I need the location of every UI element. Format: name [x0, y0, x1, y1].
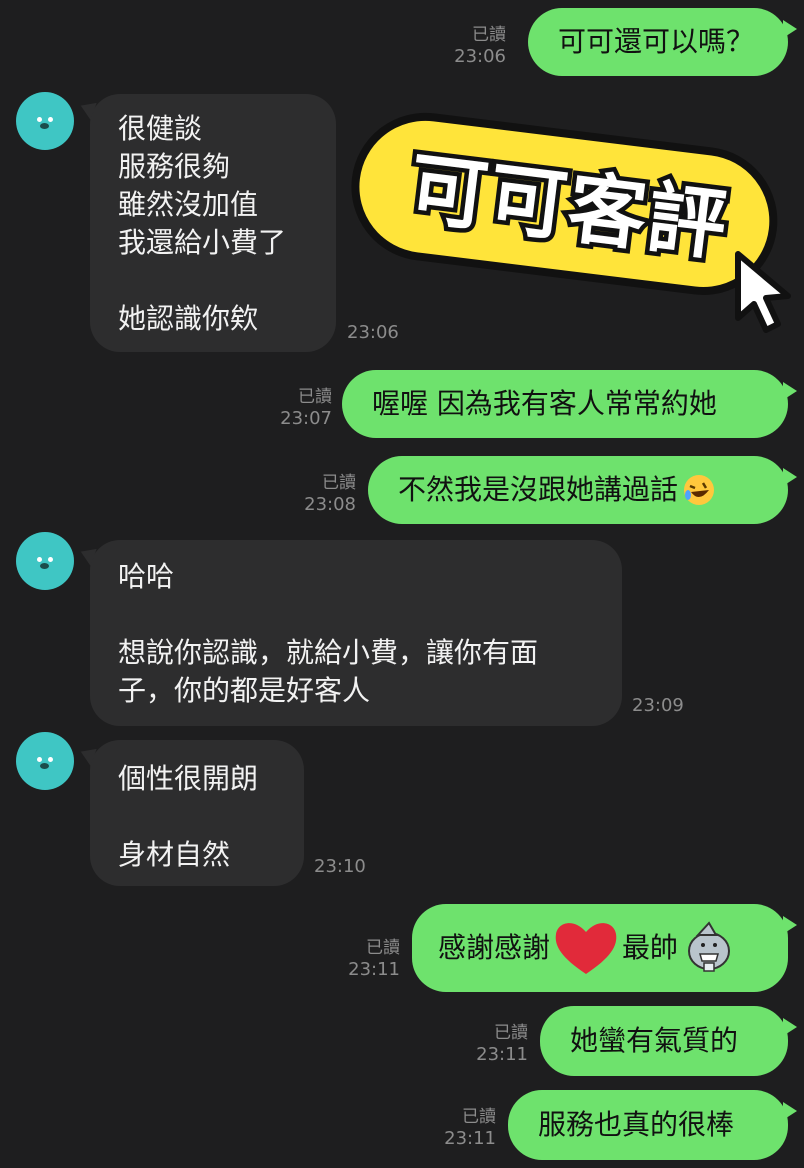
message-time: 23:11 [444, 1128, 496, 1149]
message-line [118, 798, 276, 836]
message-line: 很健談 [118, 112, 203, 145]
message-text: 不然我是沒跟她講過話 [398, 473, 679, 506]
message-line: 個性很開朗 [118, 762, 259, 795]
read-receipt: 已讀 [366, 938, 400, 958]
message-time: 23:08 [304, 494, 356, 515]
message-line: 身材自然 [118, 838, 231, 871]
outgoing-message[interactable]: 她蠻有氣質的 [540, 1006, 797, 1076]
incoming-message[interactable]: 哈哈 想說你認識，就給小費，讓你有面 子，你的都是好客人 [90, 540, 622, 726]
message-text: 她蠻有氣質的 [570, 1024, 739, 1057]
message-text: 喔喔 因為我有客人常常約她 [372, 387, 717, 420]
message-time: 23:10 [314, 856, 366, 877]
read-receipt: 已讀 [472, 25, 506, 45]
message-meta: 已讀 23:11 [348, 937, 400, 981]
read-receipt: 已讀 [322, 473, 356, 493]
message-line: 想說你認識，就給小費，讓你有面 [118, 636, 539, 669]
seal-avatar-icon[interactable] [16, 92, 74, 150]
message-text: 可可還可以嗎？ [558, 25, 755, 58]
message-line: 雖然沒加值 [118, 188, 259, 221]
message-time: 23:09 [632, 695, 684, 716]
incoming-message[interactable]: 很健談 服務很夠 雖然沒加值 我還給小費了 她認識你欸 [90, 94, 336, 352]
outgoing-message[interactable]: 服務也真的很棒 [508, 1090, 797, 1160]
message-line [118, 262, 308, 300]
outgoing-message[interactable]: 可可還可以嗎？ [528, 8, 797, 76]
seal-avatar-icon[interactable] [16, 732, 74, 790]
message-text: 感謝感謝 [438, 931, 551, 964]
cursor-arrow-icon [735, 251, 791, 333]
read-receipt: 已讀 [494, 1023, 528, 1043]
message-time: 23:06 [454, 46, 506, 67]
message-line: 我還給小費了 [118, 226, 287, 259]
read-receipt: 已讀 [462, 1107, 496, 1127]
message-time: 23:07 [280, 408, 332, 429]
message-meta: 已讀 23:06 [454, 24, 506, 68]
message-line: 哈哈 [118, 560, 175, 593]
message-time: 23:11 [476, 1044, 528, 1065]
message-line: 子，你的都是好客人 [118, 674, 371, 707]
message-time: 23:11 [348, 959, 400, 980]
outgoing-message[interactable]: 喔喔 因為我有客人常常約她 [342, 370, 797, 438]
outgoing-message[interactable]: 不然我是沒跟她講過話 [368, 456, 797, 524]
message-text: 服務也真的很棒 [538, 1108, 735, 1141]
message-text: 最帥 [622, 931, 679, 964]
message-line [118, 596, 594, 634]
message-meta: 已讀 23:08 [304, 472, 356, 516]
message-meta: 已讀 23:11 [476, 1022, 528, 1066]
message-line: 服務很夠 [118, 150, 231, 183]
message-meta: 已讀 23:11 [444, 1106, 496, 1150]
rofl-emoji [684, 475, 715, 505]
message-line: 她認識你欸 [118, 302, 259, 335]
message-meta: 已讀 23:07 [280, 386, 332, 430]
read-receipt: 已讀 [298, 387, 332, 407]
heart-icon [555, 923, 617, 974]
seal-avatar-icon[interactable] [16, 532, 74, 590]
shark-sticker-icon [688, 921, 731, 972]
review-banner: 可可客評 [351, 112, 791, 333]
outgoing-message[interactable]: 感謝感謝 最帥 [412, 904, 797, 992]
incoming-message[interactable]: 個性很開朗 身材自然 [90, 740, 304, 886]
